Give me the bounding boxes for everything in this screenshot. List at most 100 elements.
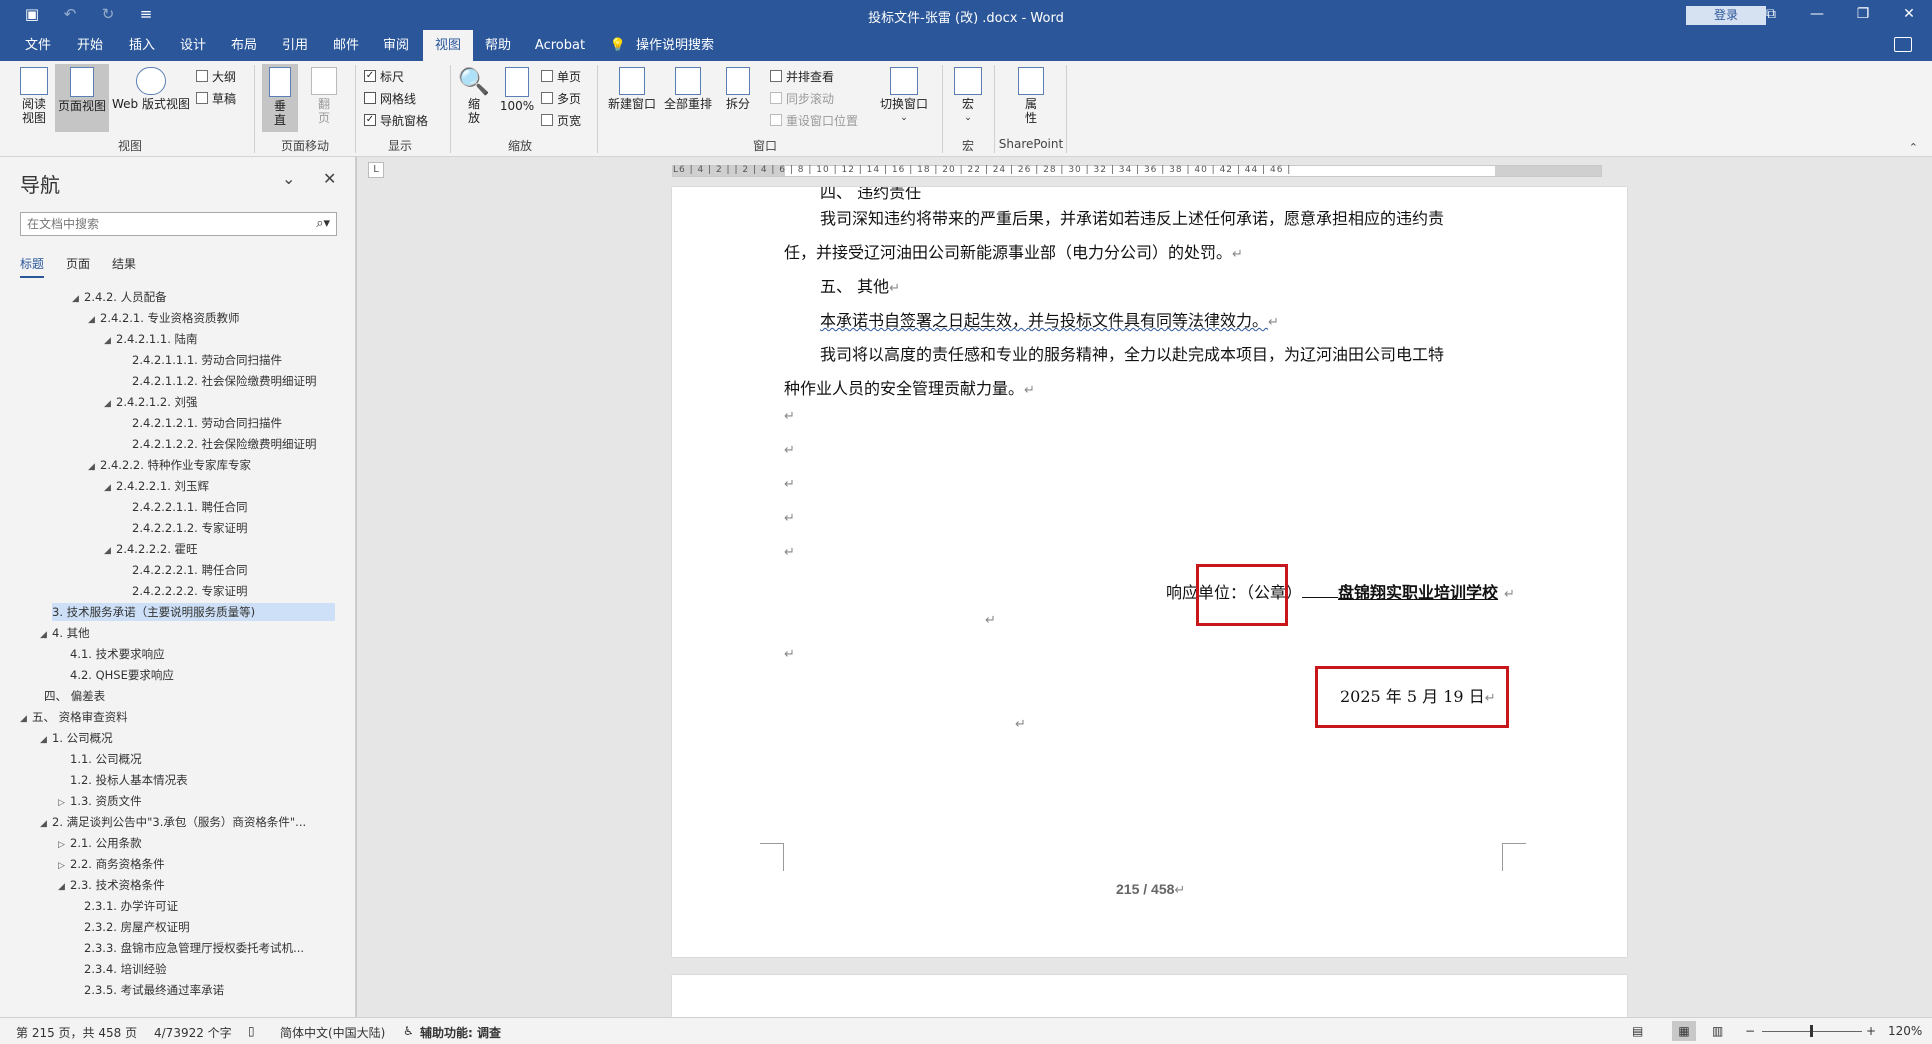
gridlines-checkbox[interactable]: 网格线 — [364, 89, 416, 107]
collapse-triangle-icon[interactable]: ◢ — [40, 626, 52, 644]
expand-triangle-icon[interactable]: ▷ — [58, 794, 70, 812]
close-button[interactable]: ✕ — [1886, 0, 1932, 30]
tab-layout[interactable]: 布局 — [226, 30, 262, 61]
nav-heading-item[interactable]: ◢ 2.4.2.2.1. 刘玉辉 — [104, 477, 209, 495]
accessibility-status[interactable]: 辅助功能: 调查 — [420, 1024, 501, 1041]
tab-references[interactable]: 引用 — [277, 30, 313, 61]
collapse-ribbon-icon[interactable]: ⌃ — [1909, 141, 1918, 154]
language-status[interactable]: 简体中文(中国大陆) — [280, 1024, 385, 1041]
nav-heading-item[interactable]: 2.4.2.2.2.1. 聘任合同 — [120, 561, 248, 579]
nav-heading-item[interactable]: 2.3.3. 盘锦市应急管理厅授权委托考试机... — [72, 939, 304, 957]
web-layout-view-icon[interactable]: ▥ — [1712, 1024, 1723, 1038]
collapse-triangle-icon[interactable]: ◢ — [40, 815, 52, 833]
collapse-triangle-icon[interactable]: ◢ — [58, 878, 70, 896]
nav-heading-item[interactable]: 2.4.2.1.1.2. 社会保险缴费明细证明 — [120, 372, 317, 390]
tab-review[interactable]: 审阅 — [378, 30, 414, 61]
collapse-triangle-icon[interactable]: ◢ — [104, 542, 116, 560]
comments-icon[interactable] — [1894, 37, 1912, 52]
collapse-triangle-icon[interactable]: ◢ — [88, 458, 100, 476]
expand-triangle-icon[interactable]: ▷ — [58, 836, 70, 854]
draft-button[interactable]: 草稿 — [196, 89, 236, 107]
zoom-slider-thumb[interactable] — [1810, 1025, 1813, 1037]
nav-heading-item[interactable]: 1.1. 公司概况 — [58, 750, 142, 768]
outline-button[interactable]: 大纲 — [196, 67, 236, 85]
properties-button[interactable]: 属 性 — [1010, 67, 1052, 125]
nav-heading-item[interactable]: ◢ 2.4.2.1.1. 陆南 — [104, 330, 198, 348]
nav-tab-results[interactable]: 结果 — [112, 255, 136, 278]
read-mode-view-icon[interactable]: ▤ — [1632, 1024, 1643, 1038]
nav-heading-item[interactable]: 2.4.2.1.2.1. 劳动合同扫描件 — [120, 414, 282, 432]
nav-heading-item[interactable]: 2.4.2.2.1.1. 聘任合同 — [120, 498, 248, 516]
switch-windows-button[interactable]: 切换窗口 ⌄ — [874, 67, 934, 125]
reset-window-position-button[interactable]: 重设窗口位置 — [770, 111, 858, 129]
nav-heading-item[interactable]: ◢ 1. 公司概况 — [40, 729, 113, 747]
nav-tab-pages[interactable]: 页面 — [66, 255, 90, 278]
arrange-all-button[interactable]: 全部重排 — [662, 67, 714, 111]
nav-heading-item[interactable]: ▷ 2.2. 商务资格条件 — [58, 855, 165, 873]
print-layout-view-icon[interactable]: ▦ — [1672, 1021, 1696, 1041]
proofing-icon[interactable]: ▯ — [248, 1024, 255, 1038]
restore-button[interactable]: ❐ — [1840, 0, 1886, 30]
tab-acrobat[interactable]: Acrobat — [532, 30, 588, 61]
page-width-button[interactable]: 页宽 — [541, 111, 581, 129]
horizontal-ruler[interactable]: L6 | 4 | 2 | | 2 | 4 | 6 | 8 | 10 | 12 |… — [672, 165, 1602, 177]
nav-heading-item[interactable]: ◢ 2.3. 技术资格条件 — [58, 876, 165, 894]
nav-heading-item[interactable]: 2.4.2.1.1.1. 劳动合同扫描件 — [120, 351, 282, 369]
tell-me-search[interactable]: 操作说明搜索 — [632, 30, 718, 61]
nav-heading-item[interactable]: ▷ 1.3. 资质文件 — [58, 792, 142, 810]
expand-triangle-icon[interactable]: ▷ — [58, 857, 70, 875]
nav-heading-item[interactable]: 1.2. 投标人基本情况表 — [58, 771, 188, 789]
nav-heading-item[interactable]: 2.3.4. 培训经验 — [72, 960, 167, 978]
nav-heading-item[interactable]: ◢ 五、 资格审查资料 — [20, 708, 128, 726]
side-to-side-button[interactable]: 翻 页 — [306, 67, 342, 125]
vertical-button[interactable]: 垂 直 — [262, 64, 298, 132]
nav-heading-item[interactable]: 2.3.5. 考试最终通过率承诺 — [72, 981, 224, 999]
nav-heading-item[interactable]: ◢ 4. 其他 — [40, 624, 90, 642]
nav-heading-item[interactable]: 4.1. 技术要求响应 — [58, 645, 165, 663]
word-count[interactable]: 4/73922 个字 — [154, 1024, 232, 1041]
nav-heading-item[interactable]: 2.4.2.2.1.2. 专家证明 — [120, 519, 248, 537]
zoom-out-button[interactable]: − — [1745, 1024, 1755, 1038]
split-button[interactable]: 拆分 — [718, 67, 758, 111]
nav-heading-item[interactable]: ▷ 2.1. 公用条款 — [58, 834, 142, 852]
tab-selector[interactable]: L — [368, 162, 384, 178]
tab-mailings[interactable]: 邮件 — [328, 30, 364, 61]
nav-heading-item[interactable]: 3. 技术服务承诺（主要说明服务质量等) — [52, 603, 335, 621]
nav-heading-item[interactable]: 四、 偏差表 — [32, 687, 105, 705]
multi-page-button[interactable]: 多页 — [541, 89, 581, 107]
nav-heading-item[interactable]: 2.3.1. 办学许可证 — [72, 897, 178, 915]
collapse-triangle-icon[interactable]: ◢ — [20, 710, 32, 728]
collapse-triangle-icon[interactable]: ◢ — [104, 479, 116, 497]
web-layout-button[interactable]: Web 版式视图 — [110, 67, 192, 111]
tab-home[interactable]: 开始 — [72, 30, 108, 61]
nav-tab-headings[interactable]: 标题 — [20, 255, 45, 278]
tab-view[interactable]: 视图 — [423, 30, 473, 61]
nav-heading-item[interactable]: ◢ 2.4.2. 人员配备 — [72, 288, 167, 306]
zoom-in-button[interactable]: + — [1866, 1024, 1876, 1038]
nav-heading-item[interactable]: 2.3.2. 房屋产权证明 — [72, 918, 190, 936]
zoom-100-button[interactable]: 100% — [498, 67, 536, 113]
page-count[interactable]: 第 215 页，共 458 页 — [16, 1024, 137, 1041]
collapse-triangle-icon[interactable]: ◢ — [104, 332, 116, 350]
side-by-side-button[interactable]: 并排查看 — [770, 67, 834, 85]
new-window-button[interactable]: 新建窗口 — [606, 67, 658, 111]
read-mode-button[interactable]: 阅读 视图 — [15, 67, 53, 125]
nav-heading-item[interactable]: ◢ 2.4.2.1.2. 刘强 — [104, 393, 198, 411]
ribbon-display-options-icon[interactable]: ⧉ — [1748, 0, 1794, 30]
nav-close-icon[interactable]: ✕ — [323, 169, 336, 188]
tab-insert[interactable]: 插入 — [124, 30, 160, 61]
zoom-level[interactable]: 120% — [1888, 1024, 1922, 1038]
nav-heading-item[interactable]: 4.2. QHSE要求响应 — [58, 666, 174, 684]
collapse-triangle-icon[interactable]: ◢ — [72, 290, 84, 308]
zoom-button[interactable]: 🔍 缩 放 — [456, 67, 492, 125]
one-page-button[interactable]: 单页 — [541, 67, 581, 85]
macros-button[interactable]: 宏 ⌄ — [950, 67, 986, 125]
print-layout-button[interactable]: 页面视图 — [55, 64, 109, 132]
collapse-triangle-icon[interactable]: ◢ — [40, 731, 52, 749]
tab-file[interactable]: 文件 — [20, 30, 56, 61]
nav-heading-item[interactable]: ◢ 2.4.2.1. 专业资格资质教师 — [88, 309, 240, 327]
sync-scroll-button[interactable]: 同步滚动 — [770, 89, 834, 107]
tab-design[interactable]: 设计 — [175, 30, 211, 61]
document-page[interactable]: 四、 违约责任 我司深知违约将带来的严重后果，并承诺如若违反上述任何承诺，愿意承… — [672, 187, 1627, 957]
nav-heading-item[interactable]: ◢ 2.4.2.2. 特种作业专家库专家 — [88, 456, 251, 474]
